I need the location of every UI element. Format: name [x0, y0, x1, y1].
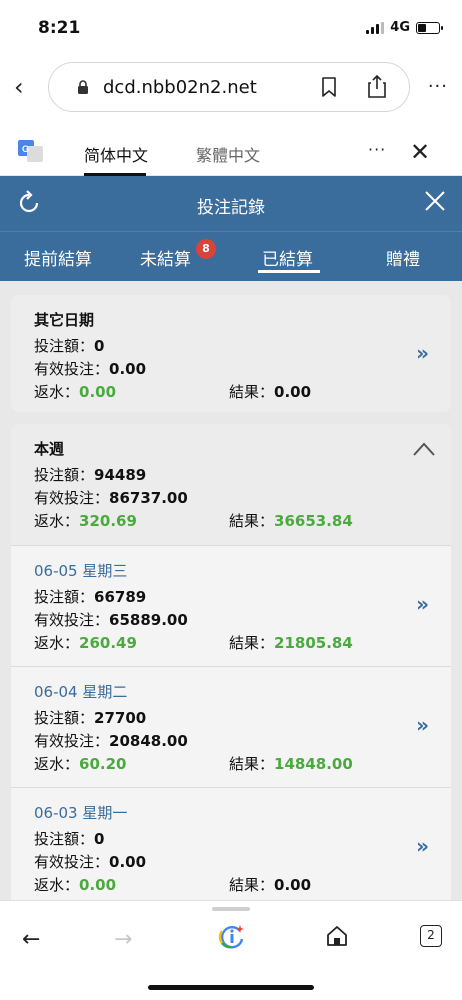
day-result: 結果：0.00 [229, 876, 312, 894]
day-row[interactable]: 06-05 星期三 投注額：66789 有效投注：65889.00 返水：260… [11, 545, 451, 666]
tab-bar: 提前結算 未結算 8 已結算 贈禮 [0, 231, 462, 281]
tab-settled-underline [258, 270, 320, 273]
translate-tab-simplified[interactable]: 简体中文 [84, 142, 148, 166]
other-dates-card[interactable]: 其它日期 投注額：0 有效投注：0.00 返水：0.00 結果：0.00 » [11, 295, 451, 412]
day-row[interactable]: 06-03 星期一 投注額：0 有效投注：0.00 返水：0.00 結果：0.0… [11, 787, 451, 900]
status-indicators: 4G [366, 20, 443, 35]
tab-early-settlement[interactable]: 提前結算 [24, 245, 92, 270]
other-valid-bet: 有效投注：0.00 [34, 360, 147, 378]
day-rebate: 返水：260.49 [34, 634, 137, 652]
day-result: 結果：14848.00 [229, 755, 353, 773]
day-title: 06-03 星期一 [34, 804, 128, 822]
day-valid-bet: 有效投注：20848.00 [34, 732, 188, 750]
forward-arrow-icon: → [114, 927, 133, 952]
tab-unsettled[interactable]: 未結算 8 [140, 239, 216, 270]
day-valid-bet: 有效投注：65889.00 [34, 611, 188, 629]
day-rebate: 返水：0.00 [34, 876, 117, 894]
day-title: 06-05 星期三 [34, 562, 128, 580]
week-rebate: 返水：320.69 [34, 512, 137, 530]
page-title: 投注記錄 [197, 198, 265, 218]
day-chevron-icon[interactable]: » [416, 834, 429, 858]
home-icon[interactable] [326, 925, 348, 947]
week-result: 結果：36653.84 [229, 512, 353, 530]
status-bar: 8:21 4G [0, 0, 462, 52]
share-icon[interactable] [367, 74, 387, 98]
week-bet-amount: 投注額：94489 [34, 466, 147, 484]
this-week-summary[interactable]: 本週 投注額：94489 有效投注：86737.00 返水：320.69 結果：… [11, 424, 451, 545]
content-area: 其它日期 投注額：0 有效投注：0.00 返水：0.00 結果：0.00 » 本… [0, 281, 462, 900]
collapse-caret-up-icon[interactable] [413, 442, 435, 456]
bookmark-icon[interactable] [321, 77, 337, 97]
network-label: 4G [390, 20, 410, 35]
day-bet-amount: 投注額：66789 [34, 588, 147, 606]
day-row[interactable]: 06-04 星期二 投注額：27700 有效投注：20848.00 返水：60.… [11, 666, 451, 787]
day-title: 06-04 星期二 [34, 683, 128, 701]
translate-bar: G 简体中文 繁體中文 ··· ✕ [0, 130, 462, 176]
day-bet-amount: 投注額：0 [34, 830, 105, 848]
lock-icon [78, 80, 88, 94]
page-header: 投注記錄 [0, 176, 462, 231]
address-bar[interactable]: dcd.nbb02n2.net [48, 62, 410, 112]
tab-switcher-button[interactable]: 2 [420, 925, 442, 947]
day-valid-bet: 有效投注：0.00 [34, 853, 147, 871]
other-result: 結果：0.00 [229, 383, 312, 401]
drag-handle[interactable] [212, 907, 250, 911]
tab-gifts[interactable]: 贈禮 [386, 245, 420, 270]
day-result: 結果：21805.84 [229, 634, 353, 652]
this-week-card: 本週 投注額：94489 有效投注：86737.00 返水：320.69 結果：… [11, 424, 451, 900]
google-translate-icon[interactable]: G [18, 140, 44, 162]
unsettled-count-badge: 8 [196, 239, 216, 259]
browser-bottom-bar: ← → 2 [0, 900, 462, 1000]
day-chevron-icon[interactable]: » [416, 592, 429, 616]
home-indicator [148, 985, 314, 990]
other-rebate: 返水：0.00 [34, 383, 117, 401]
day-rebate: 返水：60.20 [34, 755, 127, 773]
day-chevron-icon[interactable]: » [416, 713, 429, 737]
close-icon[interactable] [424, 190, 446, 212]
battery-icon [416, 21, 443, 34]
week-valid-bet: 有效投注：86737.00 [34, 489, 188, 507]
other-bet-amount: 投注額：0 [34, 337, 105, 355]
svg-text:G: G [22, 144, 29, 154]
translate-tab-traditional[interactable]: 繁體中文 [196, 142, 260, 166]
other-dates-chevron-icon[interactable]: » [416, 341, 429, 365]
translate-more-icon[interactable]: ··· [368, 140, 386, 159]
other-dates-title: 其它日期 [34, 311, 95, 329]
status-time: 8:21 [38, 18, 81, 38]
signal-icon [366, 21, 385, 34]
browser-back-chevron-icon[interactable]: ‹ [14, 74, 34, 100]
google-assistant-icon[interactable] [218, 923, 246, 951]
browser-url-row: ‹ dcd.nbb02n2.net ··· [0, 60, 462, 116]
this-week-title: 本週 [34, 440, 65, 458]
day-bet-amount: 投注額：27700 [34, 709, 147, 727]
translate-close-icon[interactable]: ✕ [410, 138, 430, 166]
browser-more-icon[interactable]: ··· [428, 76, 448, 97]
tab-settled[interactable]: 已結算 [262, 245, 313, 270]
back-arrow-icon[interactable]: ← [22, 927, 40, 952]
url-text: dcd.nbb02n2.net [103, 77, 257, 98]
tab-unsettled-label: 未結算 [140, 250, 191, 270]
